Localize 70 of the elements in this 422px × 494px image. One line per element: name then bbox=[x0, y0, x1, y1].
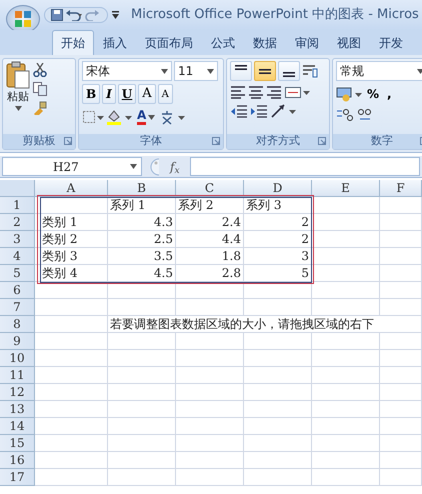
group-label: 字体 bbox=[140, 133, 162, 150]
ribbon-tab[interactable]: 公式 bbox=[202, 30, 244, 55]
row-header[interactable]: 10 bbox=[0, 350, 35, 367]
column-header[interactable]: B bbox=[108, 180, 176, 197]
table-cell: 1.8 bbox=[176, 248, 244, 265]
italic-button[interactable]: I bbox=[102, 84, 116, 104]
row-header[interactable]: 17 bbox=[0, 469, 35, 486]
table-cell: 系列 1 bbox=[108, 197, 176, 214]
row-header[interactable]: 15 bbox=[0, 435, 35, 452]
table-cell: 类别 1 bbox=[35, 214, 108, 231]
table-cell: 4.5 bbox=[108, 265, 176, 282]
table-cell: 类别 2 bbox=[35, 231, 108, 248]
table-cell: 系列 2 bbox=[176, 197, 244, 214]
font-name-field[interactable]: 宋体 bbox=[82, 61, 172, 81]
row-header[interactable]: 3 bbox=[0, 231, 35, 248]
row-header[interactable]: 11 bbox=[0, 367, 35, 384]
window-title: Microsoft Office PowerPoint 中的图表 - Micros bbox=[131, 6, 419, 24]
ribbon-tab[interactable]: 开始 bbox=[52, 30, 94, 55]
row-header[interactable]: 14 bbox=[0, 418, 35, 435]
ribbon-tab[interactable]: 页面布局 bbox=[136, 30, 202, 55]
row-header[interactable]: 2 bbox=[0, 214, 35, 231]
row-header[interactable]: 1 bbox=[0, 197, 35, 214]
paste-button[interactable]: 粘贴 bbox=[6, 61, 30, 110]
table-cell: 系列 3 bbox=[244, 197, 312, 214]
row-header[interactable]: 9 bbox=[0, 333, 35, 350]
table-cell: 5 bbox=[244, 265, 312, 282]
shrink-font-button[interactable]: A bbox=[158, 84, 173, 104]
table-cell: 2 bbox=[244, 214, 312, 231]
font-size-field[interactable]: 11 bbox=[174, 61, 218, 81]
table-cell: 2 bbox=[244, 231, 312, 248]
row-header[interactable]: 7 bbox=[0, 299, 35, 316]
column-header[interactable]: F bbox=[380, 180, 422, 197]
table-cell: 4.3 bbox=[108, 214, 176, 231]
row-header[interactable]: 12 bbox=[0, 384, 35, 401]
group-label: 剪贴板 bbox=[22, 133, 56, 150]
column-header[interactable]: C bbox=[176, 180, 244, 197]
row-header[interactable]: 6 bbox=[0, 282, 35, 299]
ribbon-tab[interactable]: 插入 bbox=[94, 30, 136, 55]
row-header[interactable]: 5 bbox=[0, 265, 35, 282]
ribbon-tab[interactable]: 开发 bbox=[370, 30, 412, 55]
row-header[interactable]: 13 bbox=[0, 401, 35, 418]
table-cell: 3 bbox=[244, 248, 312, 265]
table-cell: 3.5 bbox=[108, 248, 176, 265]
name-box[interactable]: H27 bbox=[2, 157, 142, 176]
grow-font-button[interactable]: A bbox=[138, 84, 156, 104]
font-color-button[interactable]: A bbox=[134, 107, 158, 127]
row-header[interactable]: 4 bbox=[0, 248, 35, 265]
table-cell: 2.8 bbox=[176, 265, 244, 282]
table-cell: 类别 3 bbox=[35, 248, 108, 265]
underline-button[interactable]: U bbox=[118, 84, 136, 104]
ribbon-tab[interactable]: 数据 bbox=[244, 30, 286, 55]
table-cell: 2.4 bbox=[176, 214, 244, 231]
row-header[interactable]: 16 bbox=[0, 452, 35, 469]
percent-button[interactable]: % bbox=[364, 84, 382, 104]
column-header[interactable]: A bbox=[35, 180, 108, 197]
ribbon-tab[interactable]: 审阅 bbox=[286, 30, 328, 55]
insert-function-button[interactable]: f$_{x}$ bbox=[164, 158, 186, 176]
ribbon-tab[interactable]: 视图 bbox=[328, 30, 370, 55]
bold-button[interactable]: B bbox=[82, 84, 100, 104]
column-header[interactable]: D bbox=[244, 180, 312, 197]
table-cell: 4.4 bbox=[176, 231, 244, 248]
table-cell: 2.5 bbox=[108, 231, 176, 248]
number-format-field[interactable]: 常规 bbox=[336, 61, 422, 81]
table-cell: 若要调整图表数据区域的大小，请拖拽区域的右下 bbox=[108, 316, 422, 333]
comma-button[interactable]: , bbox=[384, 84, 395, 104]
group-label: 对齐方式 bbox=[256, 133, 300, 150]
row-header[interactable]: 8 bbox=[0, 316, 35, 333]
group-label: 数字 bbox=[371, 133, 393, 150]
table-cell: 类别 4 bbox=[35, 265, 108, 282]
column-header[interactable]: E bbox=[312, 180, 380, 197]
